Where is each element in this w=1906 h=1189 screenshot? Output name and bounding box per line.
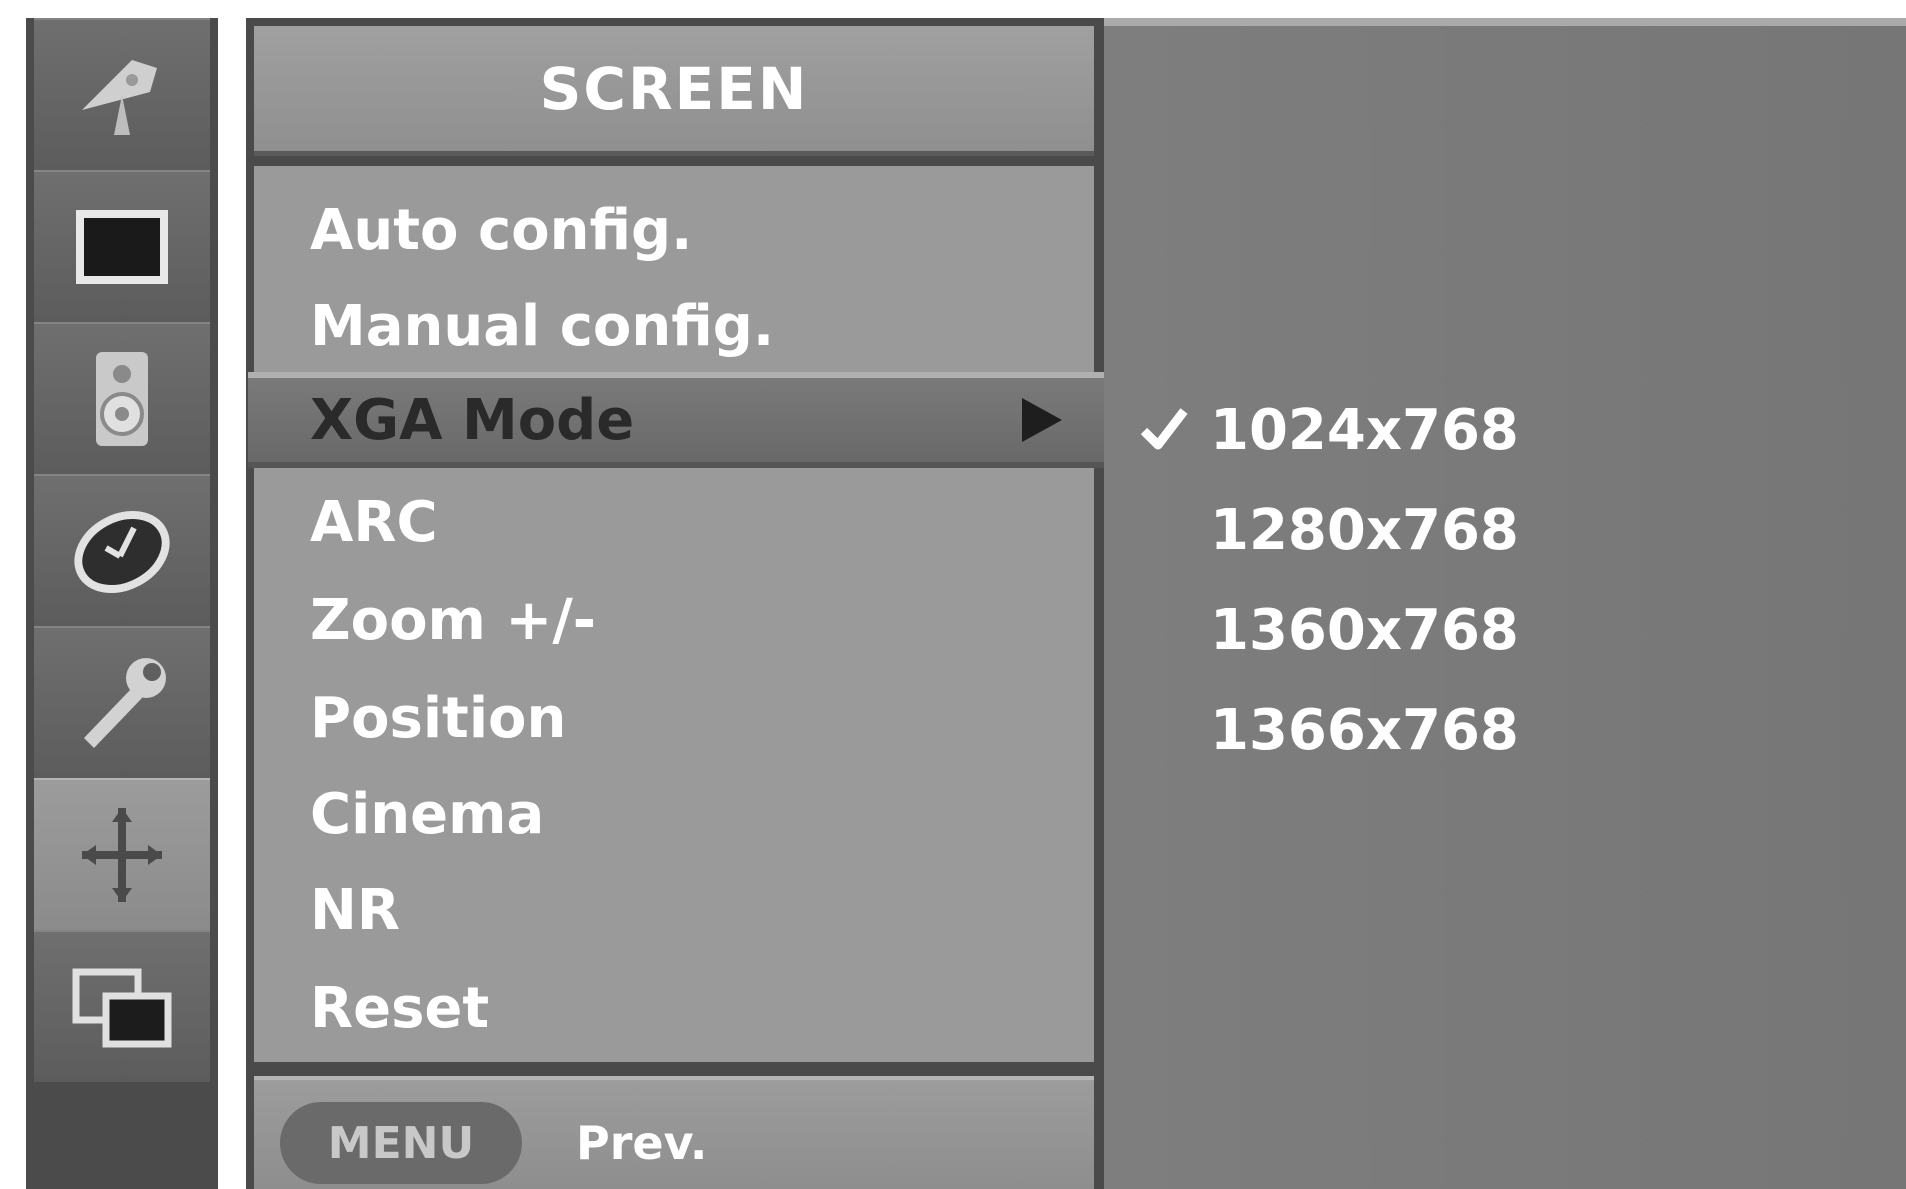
menu-item-label: Manual config. bbox=[310, 293, 775, 359]
checkmark-icon bbox=[1140, 408, 1188, 450]
rail-item-option[interactable] bbox=[34, 626, 210, 778]
menu-item-label: Reset bbox=[310, 975, 490, 1041]
submenu-option-label: 1366x768 bbox=[1210, 697, 1519, 763]
menu-item-arc[interactable]: ARC bbox=[254, 474, 1094, 570]
menu-item-auto-config[interactable]: Auto config. bbox=[254, 182, 1094, 278]
screen-move-icon bbox=[82, 808, 162, 902]
menu-item-xga-mode[interactable]: XGA Mode bbox=[248, 372, 1114, 468]
menu-item-label: XGA Mode bbox=[310, 387, 635, 453]
rail-item-pip[interactable] bbox=[34, 930, 210, 1082]
submenu-option-label: 1360x768 bbox=[1210, 597, 1519, 663]
submenu-option-1360x768[interactable]: 1360x768 bbox=[1104, 582, 1906, 678]
satellite-dish-icon bbox=[82, 60, 157, 135]
menu-title: SCREEN bbox=[254, 26, 1094, 156]
submenu-option-1024x768[interactable]: 1024x768 bbox=[1104, 382, 1906, 478]
submenu-option-1366x768[interactable]: 1366x768 bbox=[1104, 682, 1906, 778]
rail-item-channel[interactable] bbox=[34, 18, 210, 170]
pip-windows-icon bbox=[72, 968, 172, 1048]
menu-item-reset[interactable]: Reset bbox=[254, 960, 1094, 1056]
time-icon bbox=[74, 511, 170, 593]
rail-item-picture[interactable] bbox=[34, 170, 210, 322]
menu-item-position[interactable]: Position bbox=[254, 670, 1094, 766]
menu-item-label: ARC bbox=[310, 489, 438, 555]
menu-item-label: Cinema bbox=[310, 781, 545, 847]
xga-mode-submenu: 1024x768 1280x768 1360x768 1366x768 bbox=[1104, 18, 1906, 1189]
menu-category-rail bbox=[26, 18, 218, 1189]
submenu-option-label: 1024x768 bbox=[1210, 397, 1519, 463]
speaker-icon bbox=[96, 352, 148, 446]
option-wrench-icon bbox=[84, 658, 166, 748]
prev-hint: Prev. bbox=[576, 1116, 708, 1170]
menu-footer: MENU Prev. bbox=[254, 1076, 1094, 1189]
menu-item-label: Position bbox=[310, 685, 567, 751]
menu-button[interactable]: MENU bbox=[280, 1102, 522, 1184]
submenu-arrow-icon bbox=[1022, 398, 1062, 442]
menu-item-list: Auto config. Manual config. XGA Mode ARC… bbox=[248, 166, 1114, 1062]
picture-icon bbox=[76, 210, 168, 284]
menu-item-manual-config[interactable]: Manual config. bbox=[254, 278, 1094, 374]
submenu-option-label: 1280x768 bbox=[1210, 497, 1519, 563]
menu-item-label: NR bbox=[310, 877, 400, 943]
menu-item-label: Auto config. bbox=[310, 197, 693, 263]
screen-menu: SCREEN Auto config. Manual config. XGA M… bbox=[246, 18, 1114, 1189]
rail-item-time[interactable] bbox=[34, 474, 210, 626]
menu-item-nr[interactable]: NR bbox=[254, 862, 1094, 958]
submenu-option-1280x768[interactable]: 1280x768 bbox=[1104, 482, 1906, 578]
menu-item-label: Zoom +/- bbox=[310, 587, 597, 653]
rail-item-audio[interactable] bbox=[34, 322, 210, 474]
menu-item-cinema[interactable]: Cinema bbox=[254, 766, 1094, 862]
menu-item-zoom[interactable]: Zoom +/- bbox=[254, 572, 1094, 668]
rail-item-screen[interactable] bbox=[34, 778, 210, 930]
